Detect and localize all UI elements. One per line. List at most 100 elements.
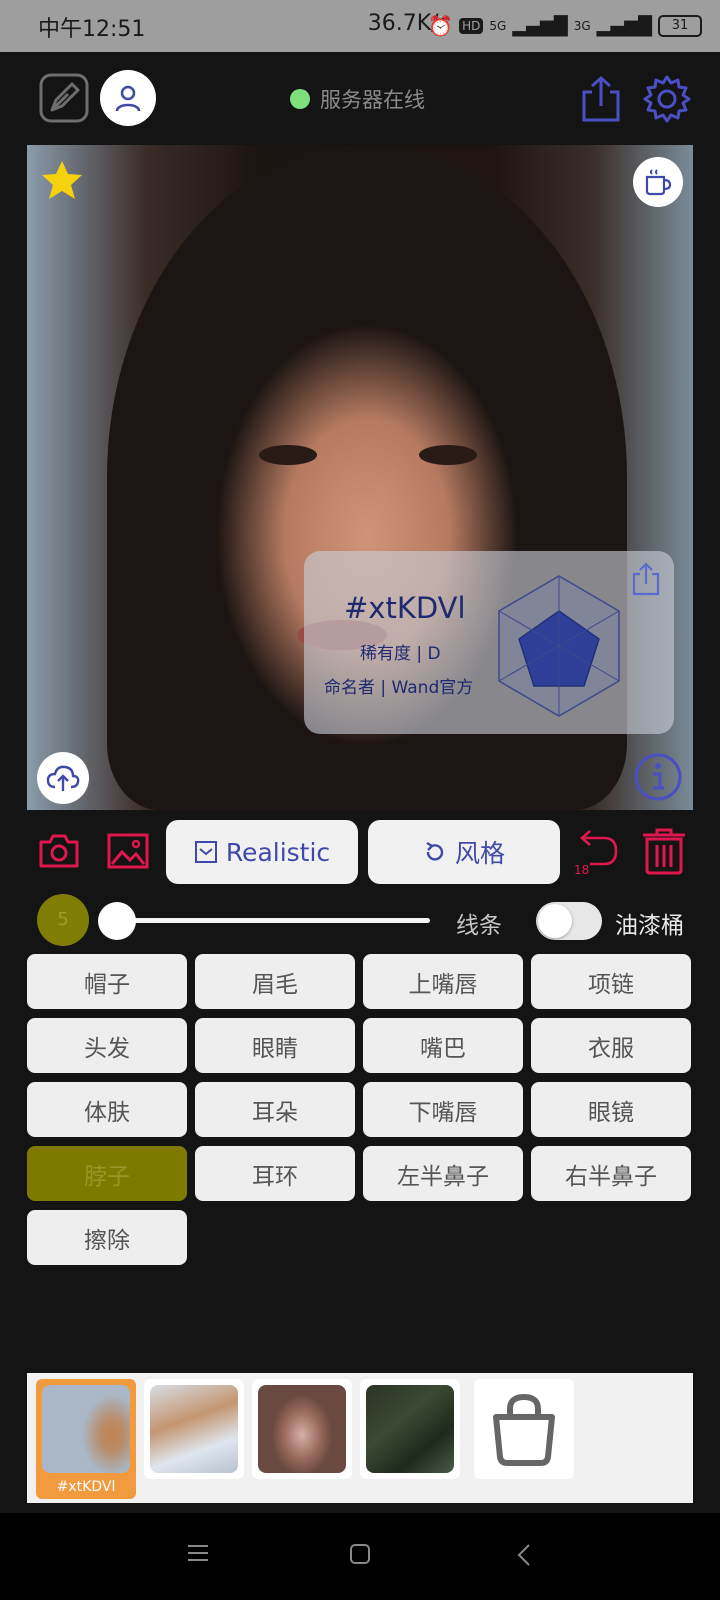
coffee-button[interactable] bbox=[633, 157, 683, 207]
share-button[interactable] bbox=[578, 74, 624, 128]
part-chip[interactable]: 眼睛 bbox=[195, 1018, 355, 1073]
character-info-card[interactable]: #xtKDVl 稀有度 | D 命名者 | Wand官方 bbox=[304, 551, 674, 734]
back-button[interactable] bbox=[516, 1543, 532, 1571]
style-button[interactable]: 风格 bbox=[368, 820, 560, 884]
refresh-icon bbox=[426, 841, 444, 861]
part-chip[interactable]: 嘴巴 bbox=[363, 1018, 523, 1073]
rarity-label: 稀有度 | D bbox=[360, 644, 441, 664]
share-icon bbox=[582, 75, 620, 122]
character-id: #xtKDVl bbox=[344, 591, 466, 625]
share-icon bbox=[632, 562, 660, 596]
undo-button[interactable]: 18 bbox=[572, 828, 622, 880]
history-thumb[interactable] bbox=[360, 1379, 460, 1479]
radar-chart bbox=[484, 571, 634, 725]
part-chip[interactable]: 脖子 bbox=[27, 1146, 187, 1201]
part-chip[interactable]: 衣服 bbox=[531, 1018, 691, 1073]
system-nav-bar bbox=[0, 1513, 720, 1600]
portrait-eye-right bbox=[419, 445, 477, 465]
signal-bars-icon: ▂▄▆█ bbox=[512, 15, 568, 37]
delete-button[interactable] bbox=[640, 826, 688, 880]
alarm-icon: ⏰ bbox=[428, 14, 454, 38]
image-icon bbox=[107, 833, 149, 869]
coffee-cup-icon bbox=[645, 169, 672, 196]
bucket-label: 油漆桶 bbox=[615, 913, 684, 939]
model-select-button[interactable]: Realistic bbox=[166, 820, 358, 884]
part-chip[interactable]: 眉毛 bbox=[195, 954, 355, 1009]
signal-bars-icon-2: ▂▄▆█ bbox=[596, 15, 652, 37]
edit-button[interactable] bbox=[38, 72, 90, 124]
part-chip[interactable]: 左半鼻子 bbox=[363, 1146, 523, 1201]
checkbox-down-icon bbox=[194, 841, 217, 863]
history-thumb-image bbox=[258, 1385, 346, 1473]
card-share-button[interactable] bbox=[630, 561, 662, 601]
toggle-knob bbox=[538, 904, 572, 938]
home-square-icon bbox=[350, 1544, 370, 1564]
portrait-eye-left bbox=[259, 445, 317, 465]
menu-button[interactable] bbox=[187, 1543, 209, 1567]
namer-label: 命名者 | Wand官方 bbox=[324, 678, 474, 698]
online-dot-icon bbox=[290, 89, 310, 109]
hd-badge: HD bbox=[459, 18, 484, 34]
camera-button[interactable] bbox=[38, 832, 80, 874]
brush-settings: 5 线条 油漆桶 bbox=[0, 892, 720, 948]
gallery-button[interactable] bbox=[106, 832, 150, 874]
server-status: 服务器在线 bbox=[290, 84, 425, 114]
part-chip[interactable]: 上嘴唇 bbox=[363, 954, 523, 1009]
part-chip[interactable]: 头发 bbox=[27, 1018, 187, 1073]
status-bar: 中午12:51 36.7K/s ⏰ HD 5G ▂▄▆█ 3G ▂▄▆█ 31 bbox=[0, 0, 720, 52]
bucket-toggle[interactable] bbox=[536, 902, 602, 940]
face-parts-grid: 帽子 眉毛 上嘴唇 项链头发 眼睛 嘴巴 衣服体肤 耳朵 下嘴唇 眼镜脖子 耳环 左半鼻子 右半鼻子擦除 bbox=[27, 954, 691, 1265]
part-chip[interactable]: 下嘴唇 bbox=[363, 1082, 523, 1137]
home-button[interactable] bbox=[349, 1543, 371, 1569]
history-thumb-selected[interactable]: #xtKDVl bbox=[36, 1379, 136, 1499]
cloud-upload-icon bbox=[46, 765, 80, 791]
shop-button[interactable] bbox=[474, 1379, 574, 1479]
radar-polygon-icon bbox=[498, 575, 620, 717]
part-chip[interactable]: 项链 bbox=[531, 954, 691, 1009]
gear-icon bbox=[643, 75, 691, 123]
history-thumb-image bbox=[150, 1385, 238, 1473]
undo-count: 18 bbox=[574, 863, 589, 876]
undo-icon: 18 bbox=[574, 830, 618, 877]
camera-icon bbox=[39, 834, 79, 868]
status-icons: ⏰ HD 5G ▂▄▆█ 3G ▂▄▆█ 31 bbox=[428, 14, 702, 38]
part-chip[interactable]: 擦除 bbox=[27, 1210, 187, 1265]
brush-size-track[interactable] bbox=[117, 918, 430, 923]
brush-size-thumb[interactable] bbox=[98, 902, 136, 940]
profile-button[interactable] bbox=[100, 70, 156, 126]
edit-icon bbox=[39, 73, 89, 123]
part-chip[interactable]: 眼镜 bbox=[531, 1082, 691, 1137]
top-bar: 服务器在线 bbox=[0, 52, 720, 144]
shopping-bag-icon bbox=[493, 1393, 555, 1466]
history-thumb[interactable] bbox=[144, 1379, 244, 1479]
info-icon bbox=[634, 753, 682, 801]
part-chip[interactable]: 体肤 bbox=[27, 1082, 187, 1137]
brush-size-indicator: 5 bbox=[37, 894, 89, 946]
back-chevron-icon bbox=[517, 1544, 530, 1566]
battery-icon: 31 bbox=[658, 15, 702, 37]
style-label: 风格 bbox=[454, 839, 505, 868]
part-chip[interactable]: 帽子 bbox=[27, 954, 187, 1009]
status-time: 中午12:51 bbox=[38, 17, 146, 42]
part-chip[interactable]: 耳朵 bbox=[195, 1082, 355, 1137]
signal-3g-label: 3G bbox=[573, 19, 591, 33]
favorite-button[interactable] bbox=[40, 158, 84, 206]
server-status-label: 服务器在线 bbox=[320, 88, 425, 112]
edit-toolbar: Realistic 风格 18 bbox=[0, 818, 720, 888]
info-button[interactable] bbox=[633, 752, 683, 806]
history-thumb[interactable] bbox=[252, 1379, 352, 1479]
star-icon bbox=[42, 161, 82, 199]
model-label: Realistic bbox=[225, 837, 331, 867]
signal-5g-label: 5G bbox=[489, 19, 507, 33]
part-chip[interactable]: 右半鼻子 bbox=[531, 1146, 691, 1201]
trash-icon bbox=[643, 828, 685, 875]
history-thumb-label: #xtKDVl bbox=[56, 1479, 116, 1495]
settings-button[interactable] bbox=[642, 74, 692, 128]
menu-icon bbox=[188, 1545, 208, 1561]
part-chip[interactable]: 耳环 bbox=[195, 1146, 355, 1201]
cloud-upload-button[interactable] bbox=[37, 752, 89, 804]
user-icon bbox=[115, 85, 141, 112]
history-thumb-image bbox=[366, 1385, 454, 1473]
history-tray: #xtKDVl bbox=[27, 1373, 693, 1503]
history-thumb-image bbox=[42, 1385, 130, 1473]
